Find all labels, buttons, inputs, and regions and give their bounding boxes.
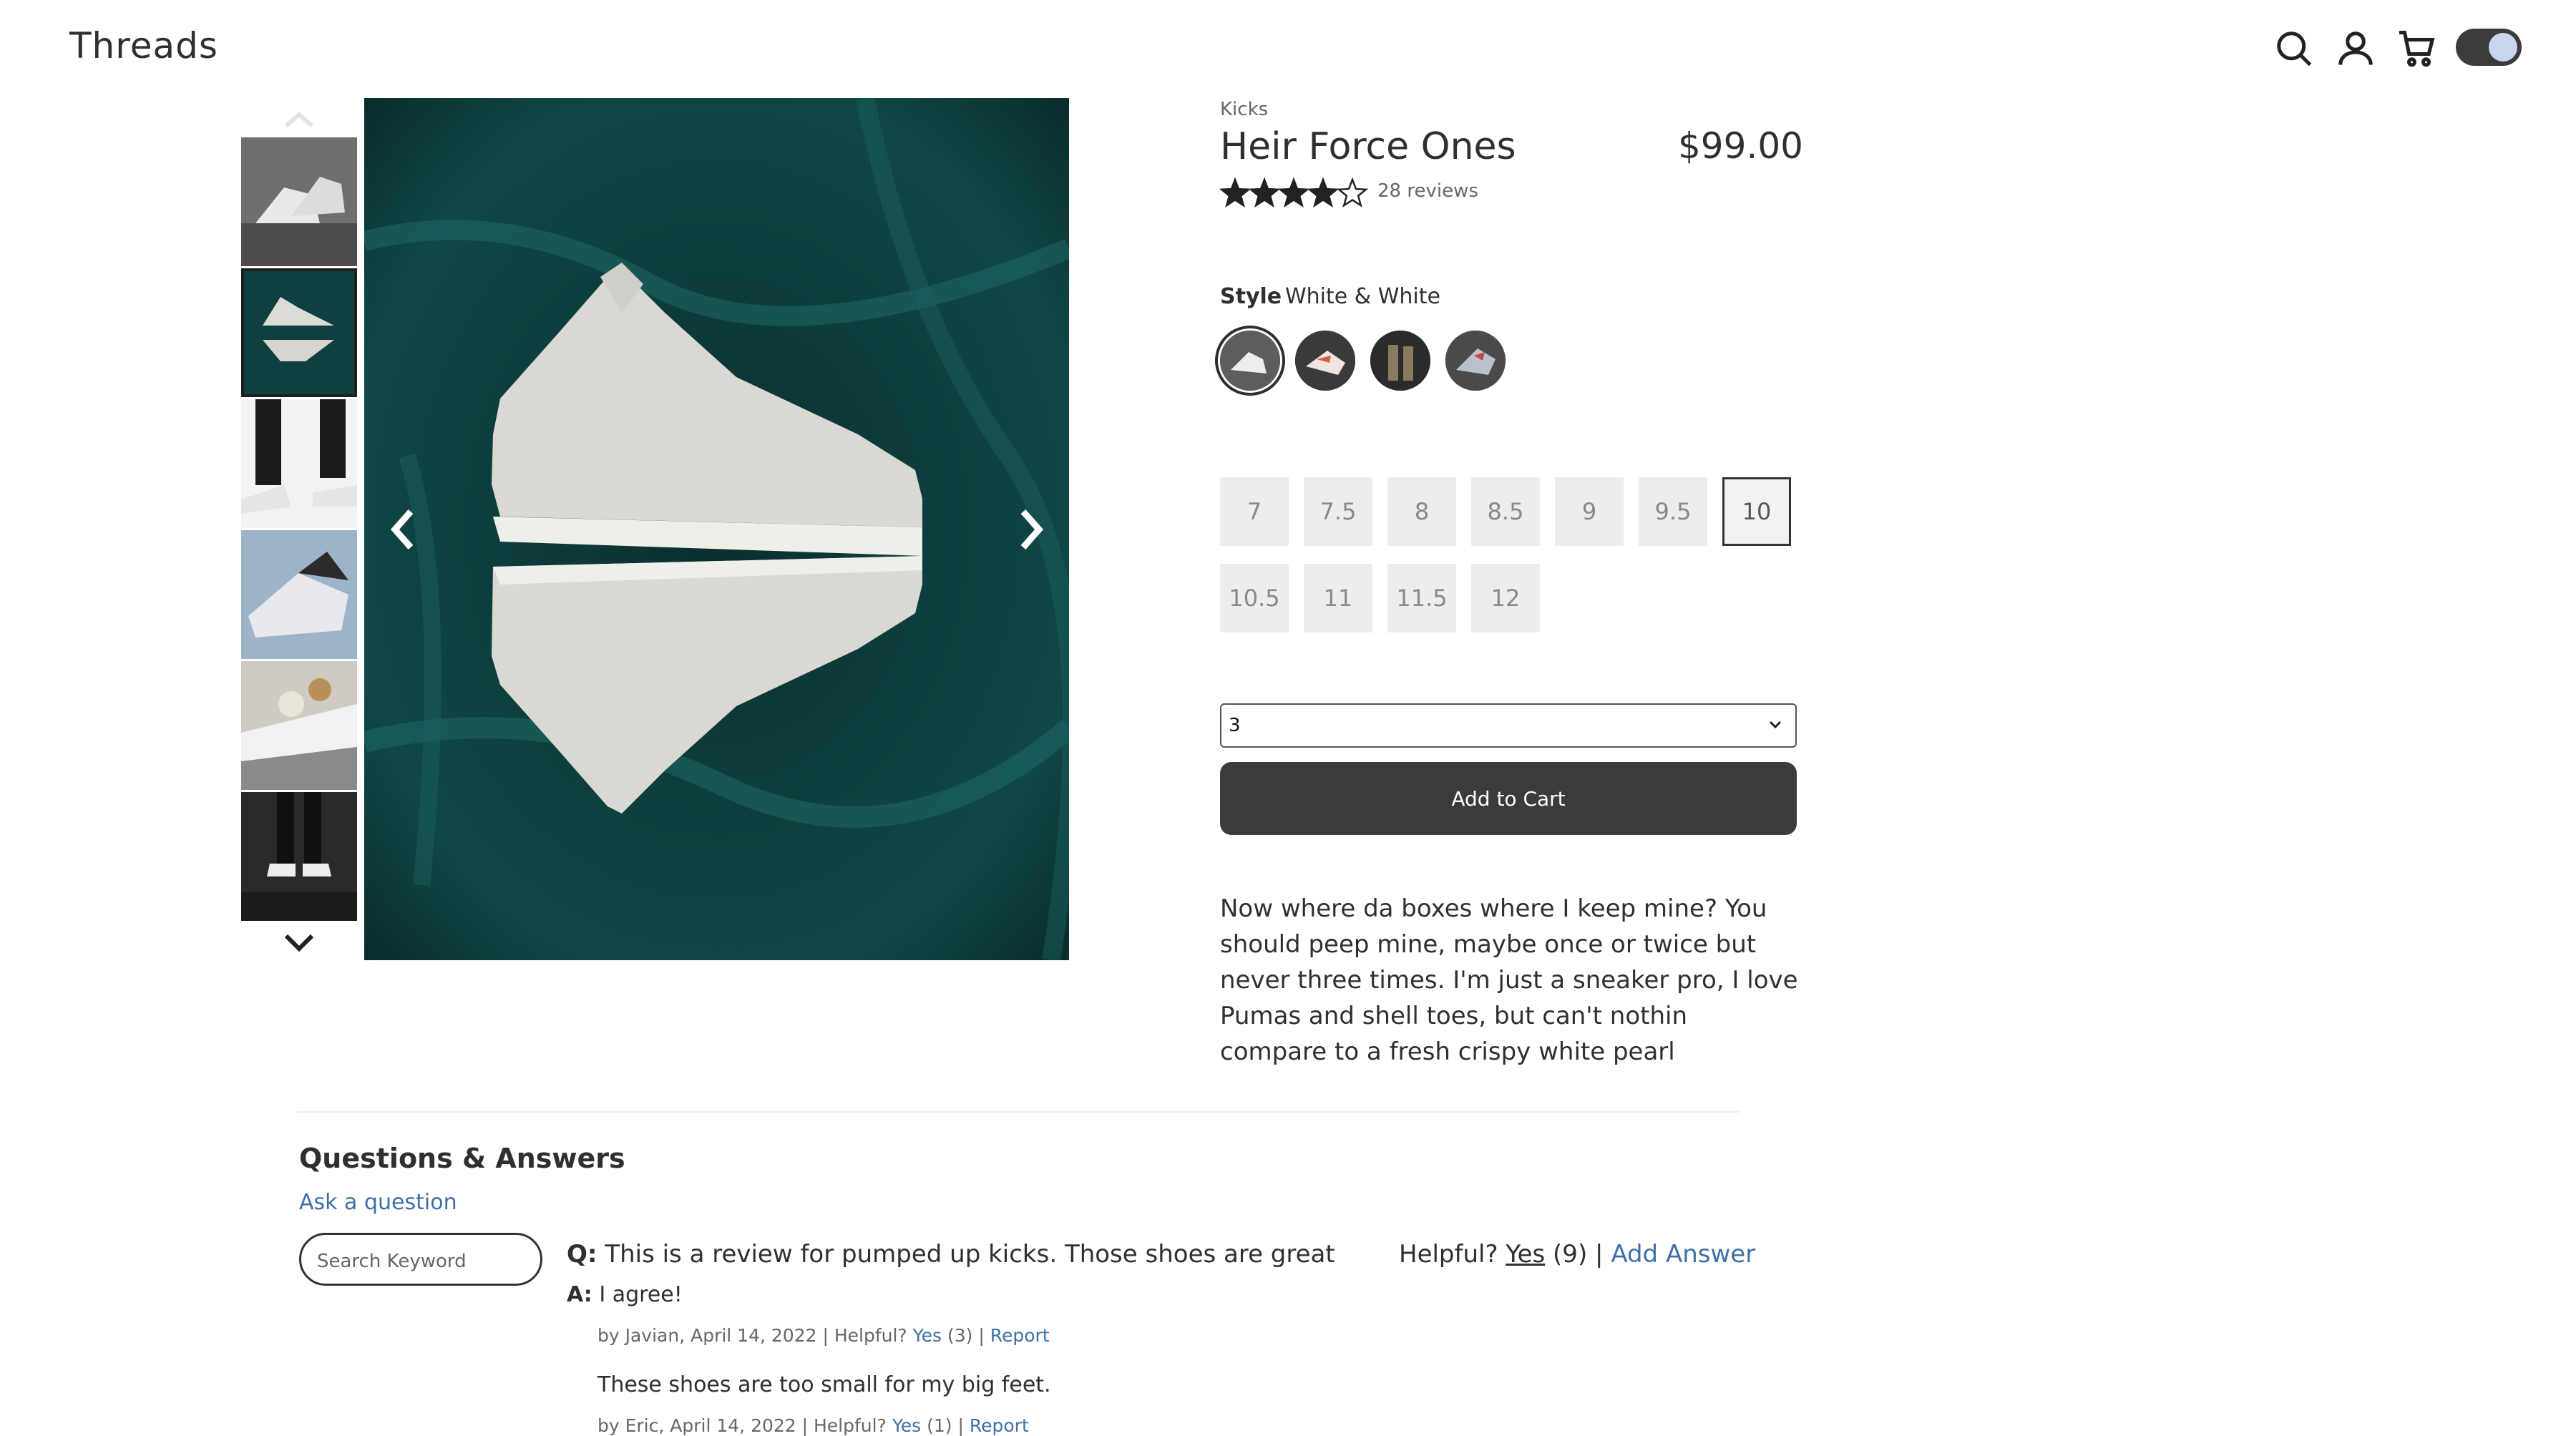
thumbnail-1[interactable] bbox=[241, 137, 357, 266]
site-logo[interactable]: Threads bbox=[69, 25, 218, 67]
user-icon[interactable] bbox=[2334, 27, 2377, 70]
chevron-down-icon bbox=[1769, 721, 1782, 729]
next-image-arrow-icon[interactable] bbox=[1009, 501, 1052, 558]
thumbnail-6[interactable] bbox=[241, 792, 357, 921]
answer-helpful-count: (3) | bbox=[947, 1325, 985, 1346]
answer-2-meta: by Eric, April 14, 2022 | Helpful? Yes (… bbox=[597, 1415, 1029, 1436]
question-body: This is a review for pumped up kicks. Th… bbox=[605, 1240, 1335, 1269]
style-label: Style bbox=[1220, 284, 1282, 309]
answer-prefix: A: bbox=[567, 1282, 592, 1307]
size-option-10[interactable]: 10 bbox=[1722, 477, 1791, 546]
style-swatch-4[interactable] bbox=[1445, 331, 1506, 391]
size-option-12[interactable]: 12 bbox=[1471, 564, 1540, 632]
size-option-11-5[interactable]: 11.5 bbox=[1387, 564, 1456, 632]
theme-toggle[interactable] bbox=[2456, 29, 2522, 66]
search-keyword-input[interactable]: Search Keyword bbox=[299, 1233, 542, 1286]
helpful-label: Helpful? bbox=[1399, 1240, 1498, 1269]
size-option-8-5[interactable]: 8.5 bbox=[1471, 477, 1540, 546]
product-price: $99.00 bbox=[1678, 125, 1803, 167]
size-option-9-5[interactable]: 9.5 bbox=[1639, 477, 1707, 546]
style-swatch-1[interactable] bbox=[1220, 331, 1280, 391]
thumbnail-3[interactable] bbox=[241, 399, 357, 528]
cart-icon[interactable] bbox=[2396, 27, 2439, 70]
star-filled-icon bbox=[1248, 177, 1281, 208]
star-filled-icon bbox=[1219, 177, 1252, 208]
thumbnail-4[interactable] bbox=[241, 530, 357, 659]
product-description: Now where da boxes where I keep mine? Yo… bbox=[1220, 894, 1798, 1066]
answer-1-meta: by Javian, April 14, 2022 | Helpful? Yes… bbox=[597, 1325, 1050, 1346]
star-rating bbox=[1219, 177, 1369, 209]
quantity-select[interactable]: 3 bbox=[1220, 703, 1797, 748]
size-option-11[interactable]: 11 bbox=[1304, 564, 1372, 632]
thumbnail-2[interactable] bbox=[241, 268, 357, 397]
star-filled-icon bbox=[1277, 177, 1310, 208]
answer-report-link[interactable]: Report bbox=[970, 1415, 1029, 1436]
style-swatch-2[interactable] bbox=[1295, 331, 1355, 391]
answer-helpful-yes-link[interactable]: Yes bbox=[913, 1325, 942, 1346]
ask-question-link[interactable]: Ask a question bbox=[299, 1190, 457, 1215]
answer-helpful-count: (1) | bbox=[927, 1415, 964, 1436]
section-divider bbox=[297, 1111, 1740, 1113]
answer-1: A: I agree! bbox=[567, 1282, 683, 1307]
answer-byline: by Javian, April 14, 2022 | Helpful? bbox=[597, 1325, 907, 1346]
answer-report-link[interactable]: Report bbox=[990, 1325, 1050, 1346]
answer-helpful-yes-link[interactable]: Yes bbox=[892, 1415, 921, 1436]
thumbnail-down-arrow-icon[interactable] bbox=[279, 930, 319, 956]
add-to-cart-button[interactable]: Add to Cart bbox=[1220, 762, 1797, 835]
thumbnail-up-arrow-icon[interactable] bbox=[279, 106, 319, 132]
toggle-knob bbox=[2489, 33, 2517, 62]
style-value: White & White bbox=[1285, 284, 1440, 309]
quantity-value: 3 bbox=[1229, 715, 1241, 736]
question-helpful: Helpful? Yes (9) | Add Answer bbox=[1399, 1240, 1755, 1269]
qa-section-title: Questions & Answers bbox=[299, 1143, 625, 1174]
product-name: Heir Force Ones bbox=[1220, 125, 1516, 168]
star-empty-icon bbox=[1336, 177, 1369, 208]
separator: | bbox=[1595, 1240, 1604, 1269]
answer-byline: by Eric, April 14, 2022 | Helpful? bbox=[597, 1415, 887, 1436]
answer-2-text: These shoes are too small for my big fee… bbox=[597, 1372, 1051, 1397]
size-option-7[interactable]: 7 bbox=[1220, 477, 1289, 546]
size-option-8[interactable]: 8 bbox=[1387, 477, 1456, 546]
size-option-10-5[interactable]: 10.5 bbox=[1220, 564, 1289, 632]
question-text: Q: This is a review for pumped up kicks.… bbox=[567, 1240, 1335, 1269]
search-icon[interactable] bbox=[2273, 27, 2316, 70]
size-option-7-5[interactable]: 7.5 bbox=[1304, 477, 1372, 546]
size-option-9[interactable]: 9 bbox=[1555, 477, 1624, 546]
answer-text: I agree! bbox=[599, 1282, 683, 1307]
question-prefix: Q: bbox=[567, 1240, 597, 1269]
add-answer-link[interactable]: Add Answer bbox=[1611, 1240, 1755, 1269]
star-filled-icon bbox=[1307, 177, 1340, 208]
style-swatch-3[interactable] bbox=[1370, 331, 1430, 391]
thumbnail-5[interactable] bbox=[241, 661, 357, 790]
main-product-image bbox=[364, 98, 1069, 960]
previous-image-arrow-icon[interactable] bbox=[382, 501, 425, 558]
reviews-link[interactable]: 28 reviews bbox=[1377, 180, 1478, 202]
helpful-count: (9) bbox=[1553, 1240, 1588, 1269]
product-category: Kicks bbox=[1220, 99, 1269, 120]
helpful-yes-link[interactable]: Yes bbox=[1506, 1240, 1545, 1269]
